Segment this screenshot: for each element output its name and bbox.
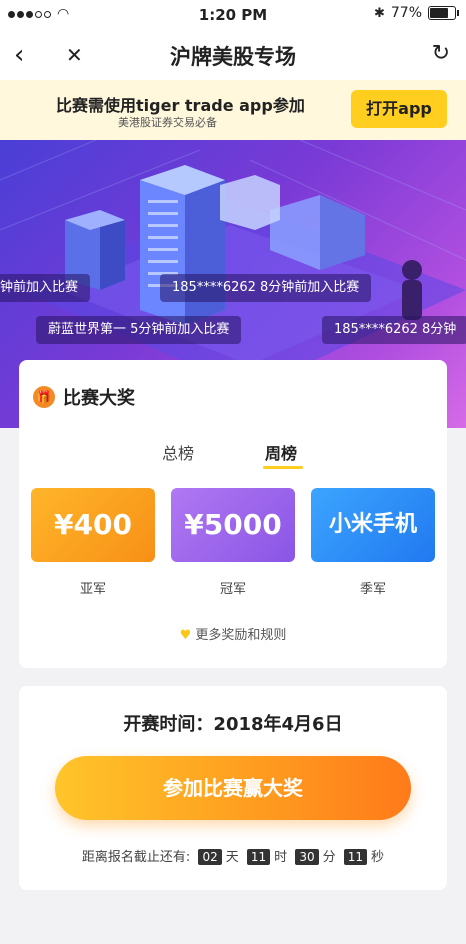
marquee-item: 185****6262 8分钟 [322, 316, 466, 344]
signup-card: 开赛时间：2018年4月6日 参加比赛赢大奖 距离报名截止还有: 02 天 11 时… [19, 686, 447, 890]
countdown-seconds-unit: 秒 [371, 850, 385, 865]
heart-icon: ♥ [179, 628, 192, 643]
start-time-date: 2018年4月6日 [213, 714, 343, 735]
marquee-item: 钟前加入比赛 [0, 274, 91, 302]
prize-label: 亚军 [79, 582, 106, 597]
battery-percent: 77% [390, 5, 422, 21]
active-tab-indicator [263, 466, 303, 469]
marquee-item: 185****6262 8分钟前加入比赛 [160, 274, 372, 302]
countdown-days-unit: 天 [225, 850, 239, 865]
status-right: ✱ 77% [373, 5, 459, 21]
banner-title: 比赛需使用tiger trade app参加 [56, 96, 305, 115]
app-banner: 比赛需使用tiger trade app参加 美港股证券交易必备 打开app [0, 80, 466, 140]
bluetooth-icon: ✱ [373, 5, 385, 21]
prize-label: 冠军 [219, 582, 246, 597]
countdown-seconds: 11 [343, 849, 368, 865]
countdown-hours: 11 [246, 849, 271, 865]
countdown-minutes-unit: 分 [322, 850, 336, 865]
more-rewards-link[interactable]: ♥ 更多奖励和规则 [19, 624, 447, 643]
countdown-minutes: 30 [295, 849, 319, 865]
start-time-label: 开赛时间： [123, 714, 214, 735]
prize-second[interactable]: ¥400 [31, 488, 155, 562]
gift-icon: 🎁 [33, 386, 55, 408]
battery-icon [428, 6, 459, 20]
open-app-button[interactable]: 打开app [351, 90, 447, 128]
prize-label: 季军 [359, 582, 386, 597]
marquee-item: 蔚蓝世界第一 5分钟前加入比赛 [36, 316, 242, 344]
countdown: 距离报名截止还有: 02 天 11 时 30 分 11 秒 [19, 846, 447, 865]
tab-overall[interactable]: 总榜 [162, 440, 194, 464]
start-time: 开赛时间：2018年4月6日 [19, 710, 447, 736]
refresh-icon[interactable]: ↻ [432, 41, 450, 66]
tab-weekly[interactable]: 周榜 [265, 440, 297, 464]
banner-subtitle: 美港股证券交易必备 [118, 116, 217, 129]
countdown-hours-unit: 时 [274, 850, 288, 865]
prize-card-title: 比赛大奖 [63, 388, 135, 409]
prize-card-header: 🎁 比赛大奖 [33, 384, 135, 410]
nav-bar: ‹ ✕ 沪牌美股专场 ↻ [0, 30, 466, 80]
more-rewards-text: 更多奖励和规则 [195, 628, 287, 643]
prize-first[interactable]: ¥5000 [171, 488, 295, 562]
status-bar: ◠ 1:20 PM ✱ 77% [0, 0, 466, 30]
page-title: 沪牌美股专场 [170, 45, 296, 69]
countdown-prefix: 距离报名截止还有: [81, 850, 191, 865]
join-contest-button[interactable]: 参加比赛赢大奖 [55, 756, 411, 820]
countdown-days: 02 [198, 849, 222, 865]
prize-card: 🎁 比赛大奖 总榜 周榜 ¥400 ¥5000 小米手机 亚军 冠军 季军 ♥ … [19, 360, 447, 668]
prize-third[interactable]: 小米手机 [311, 488, 435, 562]
